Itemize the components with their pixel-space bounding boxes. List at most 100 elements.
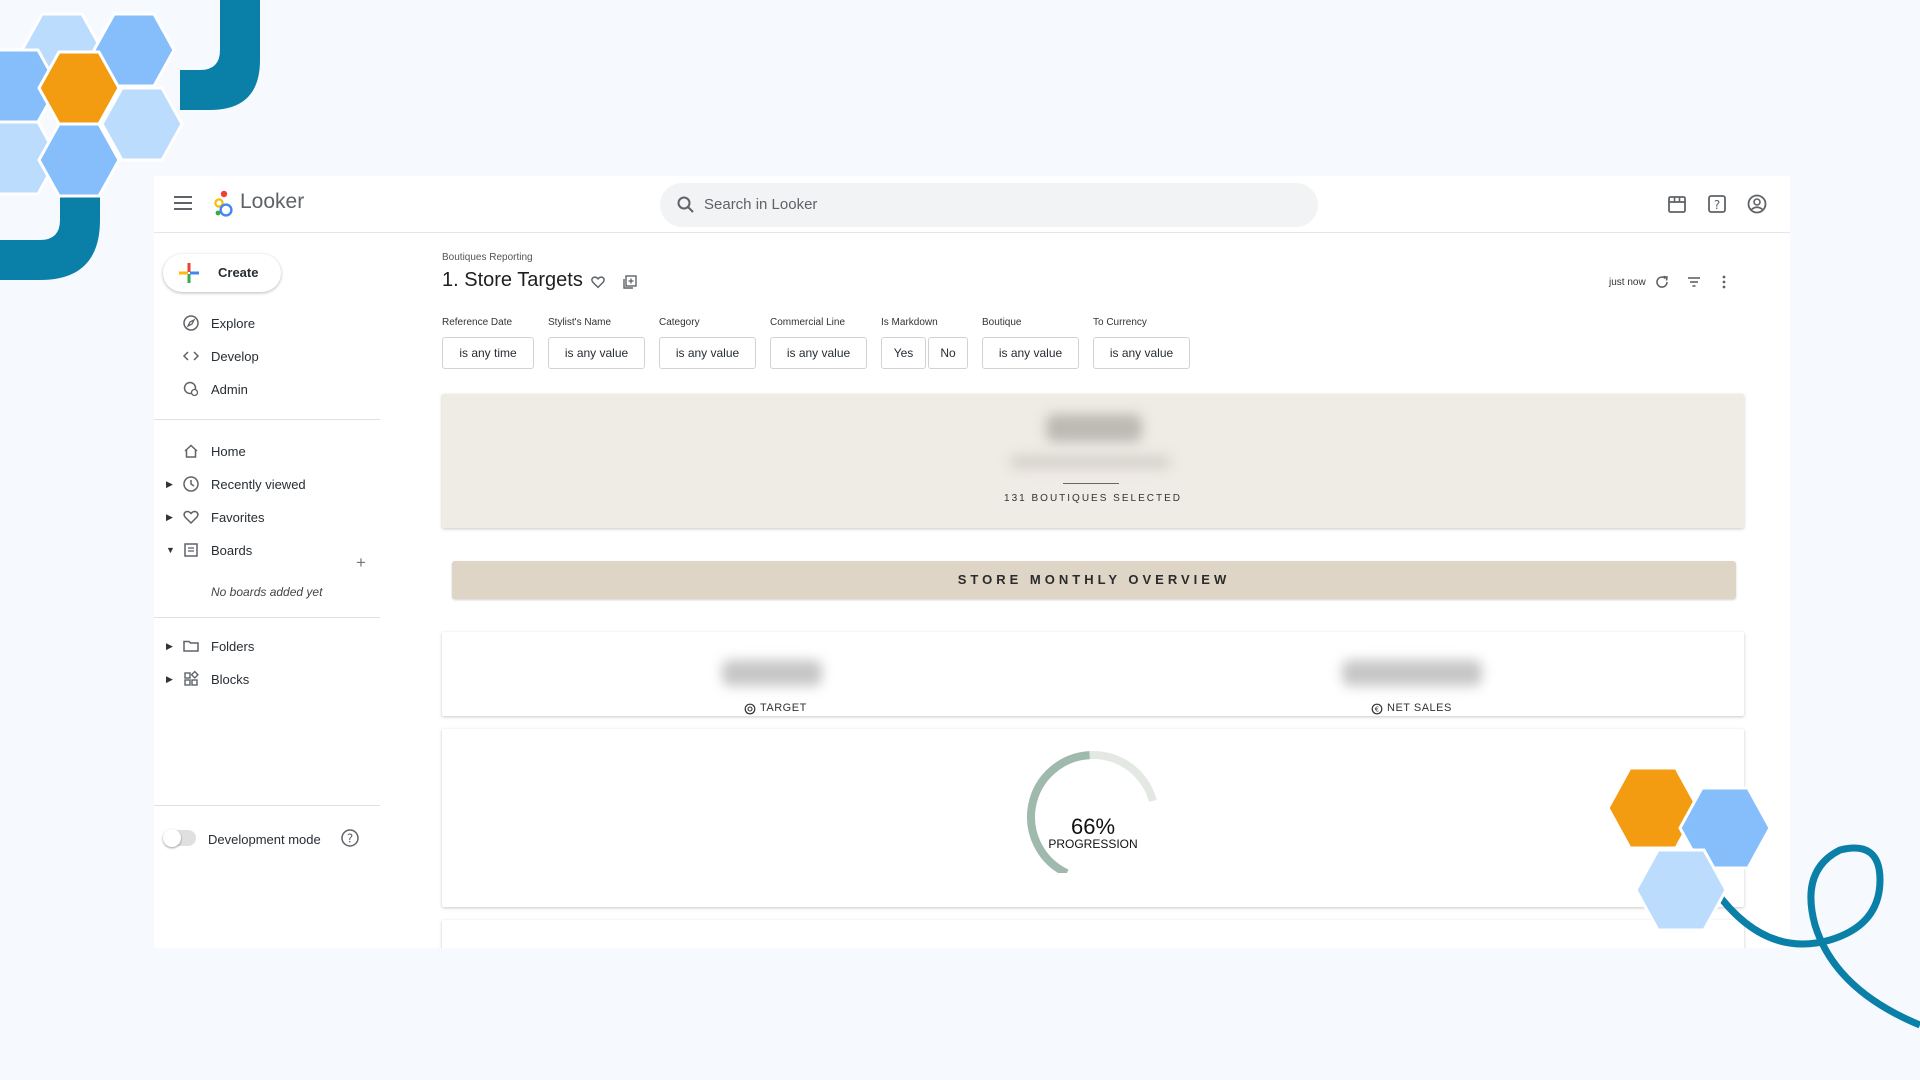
sidebar-item-develop[interactable]: Develop [154,341,382,371]
add-board-icon[interactable]: + [356,553,366,573]
expand-caret-icon[interactable]: ▶ [166,674,173,685]
currency-icon: € [1371,703,1383,715]
sidebar-item-label: Explore [211,316,256,331]
filter-label-reference-date: Reference Date [442,317,513,328]
blurred-subtitle [1010,456,1170,468]
sidebar-item-label: Recently viewed [211,477,306,492]
sidebar-item-admin[interactable]: Admin [154,374,382,404]
toggle-knob [163,829,181,847]
filter-label-category: Category [659,317,700,328]
boutiques-selected-caption: 131 BOUTIQUES SELECTED [1004,493,1182,504]
svg-text:€: € [1375,706,1379,714]
reload-icon[interactable] [1653,273,1671,291]
divider [154,617,380,618]
filter-label-is-markdown: Is Markdown [881,317,938,328]
sidebar-item-label: Home [211,444,246,459]
filter-boutique[interactable]: is any value [982,337,1079,369]
sidebar-item-explore[interactable]: Explore [154,308,382,338]
plus-icon [179,263,199,283]
target-icon [744,703,756,715]
progression-gauge-tile: 66% PROGRESSION [442,729,1744,907]
teal-swirl [1705,844,1920,1029]
marketplace-icon[interactable] [1666,193,1688,215]
filter-label-boutique: Boutique [982,317,1022,328]
sidebar-item-favorites[interactable]: ▶ Favorites [154,502,382,532]
filter-icon[interactable] [1685,273,1703,291]
next-tile [442,920,1744,948]
search-placeholder: Search in Looker [704,196,818,213]
compass-icon [183,315,199,331]
divider [154,805,380,806]
section-banner: STORE MONTHLY OVERVIEW [452,561,1736,599]
sidebar-item-boards[interactable]: ▼ Boards [154,535,382,565]
development-mode-toggle[interactable] [163,829,196,847]
filter-label-commercial-line: Commercial Line [770,317,846,328]
sidebar-item-label: Folders [211,639,255,654]
no-boards-message: No boards added yet [211,585,323,599]
filter-is-markdown-no[interactable]: No [928,337,968,369]
filter-commercial-line[interactable]: is any value [770,337,867,369]
admin-gear-icon [183,381,199,397]
sidebar-item-label: Favorites [211,510,265,525]
sidebar-item-blocks[interactable]: ▶ Blocks [154,664,382,694]
sidebar-item-folders[interactable]: ▶ Folders [154,631,382,661]
board-icon [184,543,198,557]
help-circle-icon[interactable]: ? [340,828,360,848]
sidebar: Create Explore Develop Admin Home ▶ Rece… [154,233,382,948]
sidebar-item-label: Boards [211,543,253,558]
development-mode-label: Development mode [208,832,321,847]
search-icon [677,196,694,213]
help-icon[interactable]: ? [1706,193,1728,215]
teal-curve-top [180,0,260,110]
create-label: Create [218,265,259,280]
kpi-label-target: TARGET [760,702,807,714]
svg-text:?: ? [347,832,353,846]
heart-icon [183,510,199,525]
filter-label-stylist-name: Stylist's Name [548,317,612,328]
filter-label-to-currency: To Currency [1093,317,1147,328]
looker-logo-icon [214,190,233,217]
kpi-label-net-sales: NET SALES [1387,702,1452,714]
gauge-label: PROGRESSION [1048,837,1138,851]
filter-is-markdown-yes[interactable]: Yes [881,337,926,369]
search-input[interactable]: Search in Looker [660,183,1318,227]
folder-icon [183,640,199,652]
divider [1063,483,1119,484]
expand-caret-icon[interactable]: ▶ [166,479,173,490]
filter-reference-date[interactable]: is any time [442,337,534,369]
blurred-net-sales-value [1342,660,1482,686]
create-button[interactable]: Create [163,254,281,292]
boutiques-summary-tile: 131 BOUTIQUES SELECTED [442,394,1744,528]
sidebar-item-home[interactable]: Home [154,436,382,466]
kpi-tile: TARGET € NET SALES [442,632,1744,716]
divider [154,419,380,420]
top-bar: Looker Search in Looker ? [154,176,1790,233]
breadcrumb[interactable]: Boutiques Reporting [442,252,533,263]
svg-text:?: ? [1714,198,1720,212]
sidebar-item-label: Admin [211,382,248,397]
blurred-value [1046,414,1142,442]
account-icon[interactable] [1746,193,1768,215]
code-icon [182,351,200,361]
page-title: 1. Store Targets [442,269,583,291]
collapse-caret-icon[interactable]: ▼ [166,545,175,555]
menu-icon[interactable] [172,193,194,215]
filter-stylist-name[interactable]: is any value [548,337,645,369]
sidebar-item-label: Blocks [211,672,250,687]
sidebar-item-label: Develop [211,349,259,364]
last-updated: just now [1609,277,1646,288]
expand-caret-icon[interactable]: ▶ [166,512,173,523]
filter-to-currency[interactable]: is any value [1093,337,1190,369]
looker-window: Looker Search in Looker ? Create Explore… [154,176,1790,948]
sidebar-item-recently-viewed[interactable]: ▶ Recently viewed [154,469,382,499]
hexagon-decoration-bottom-right [1606,766,1920,1029]
more-options-icon[interactable] [1715,273,1733,291]
copy-to-board-icon[interactable] [622,274,638,290]
expand-caret-icon[interactable]: ▶ [166,641,173,652]
app-name: Looker [240,190,305,213]
heart-icon[interactable] [590,274,606,290]
filter-category[interactable]: is any value [659,337,756,369]
clock-icon [183,476,199,492]
blurred-target-value [722,660,822,686]
blocks-icon [184,670,199,686]
